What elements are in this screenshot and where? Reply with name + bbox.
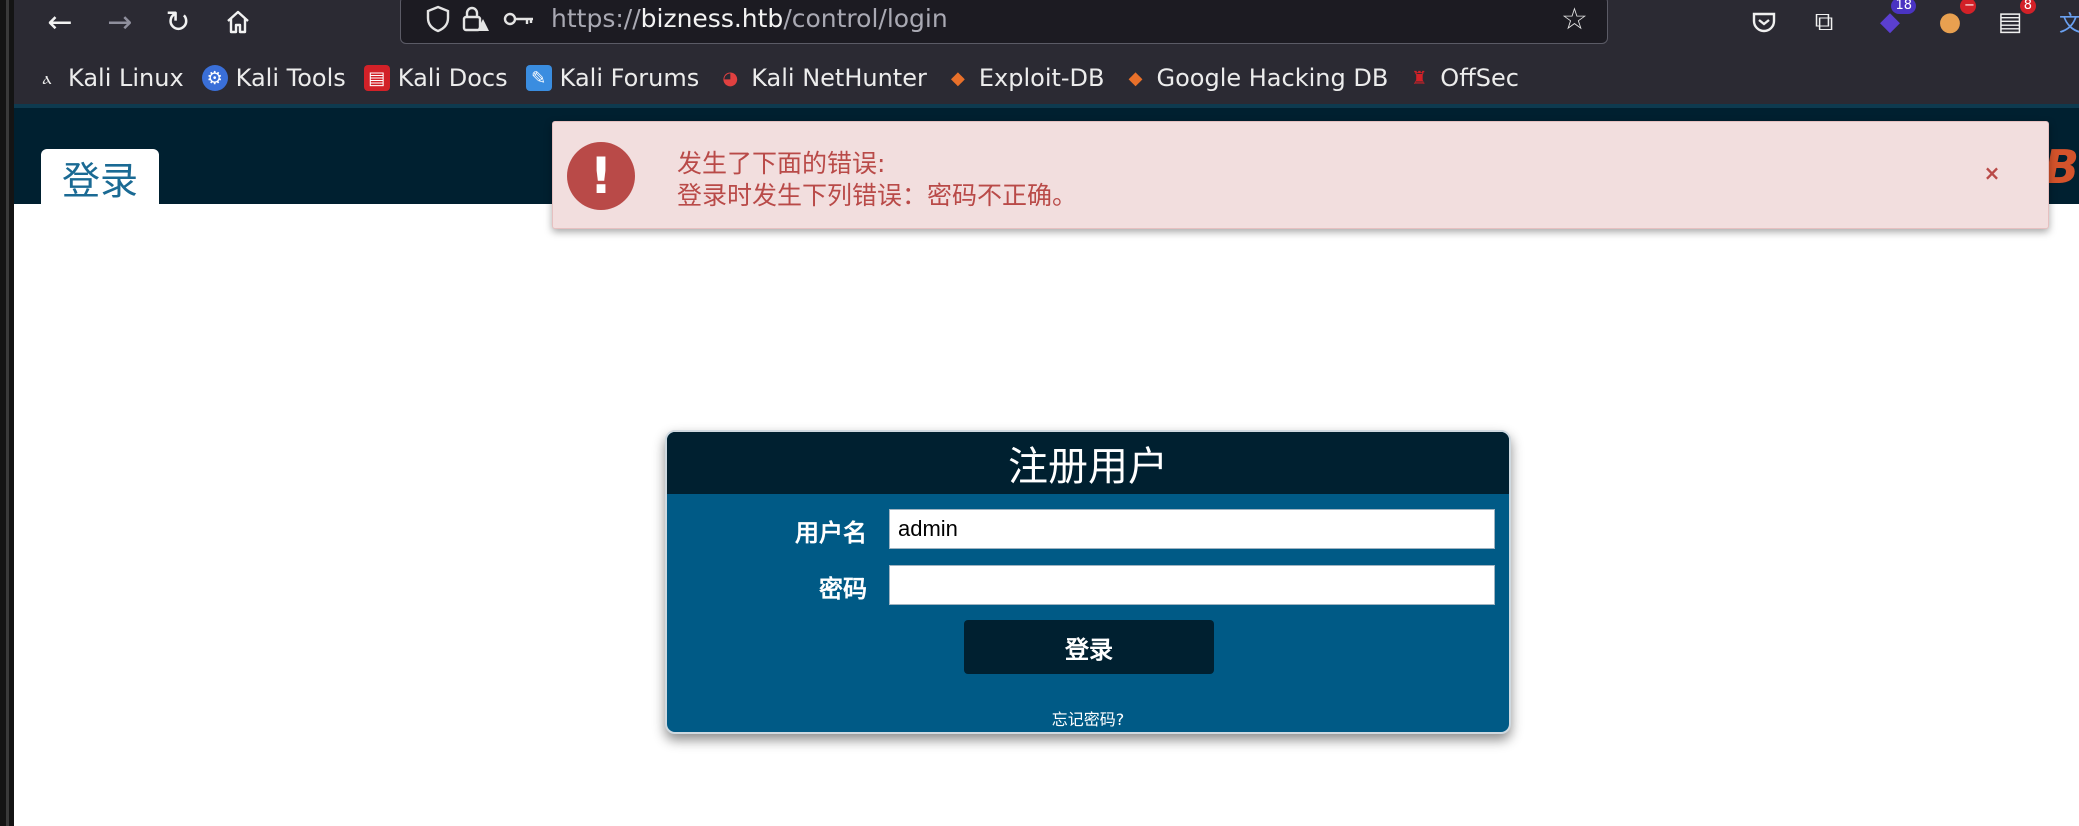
error-alert: ! 发生了下面的错误: 登录时发生下列错误：密码不正确。 × — [552, 121, 2049, 229]
arrow-right-icon: → — [107, 4, 133, 40]
key-icon[interactable] — [503, 9, 535, 29]
puzzle-icon: ⧉ — [1814, 6, 1834, 37]
brand-logo: Bi — [2044, 140, 2079, 194]
bookmark-label: Kali Tools — [235, 64, 346, 92]
bookmark-label: Kali Docs — [397, 64, 508, 92]
extension-1-badge: 18 — [1891, 0, 1916, 14]
blocked-icon: − — [1960, 0, 1976, 14]
home-icon — [227, 10, 249, 34]
window-left-edge — [0, 0, 14, 826]
password-input[interactable] — [889, 565, 1495, 605]
bookmark-label: Exploit-DB — [978, 64, 1105, 92]
bookmark-offsec[interactable]: ♜ OffSec — [1406, 64, 1519, 92]
alert-title: 发生了下面的错误: — [677, 149, 886, 178]
bookmark-label: Kali Linux — [68, 64, 184, 92]
login-heading: 注册用户 — [667, 432, 1509, 494]
back-button[interactable]: ← — [40, 2, 80, 42]
lock-warning-icon[interactable] — [461, 5, 491, 33]
bookmark-kali-linux[interactable]: ⲁ Kali Linux — [34, 64, 184, 92]
translate-button[interactable]: 文 — [2052, 4, 2079, 40]
kali-docs-icon: ▤ — [363, 65, 390, 91]
username-label: 用户名 — [795, 519, 867, 547]
extensions-button[interactable]: ⧉ — [1806, 4, 1842, 40]
shield-icon[interactable] — [425, 5, 451, 33]
browser-toolbar: ← → ↻ https://bizness.htb/control/login … — [14, 0, 2079, 104]
address-bar[interactable]: https://bizness.htb/control/login ☆ — [400, 0, 1608, 44]
kali-tools-icon: ⚙ — [201, 65, 228, 91]
login-button[interactable]: 登录 — [964, 620, 1214, 674]
kali-forums-icon: ✎ — [525, 65, 552, 91]
reload-icon: ↻ — [165, 4, 191, 40]
extension-button-1[interactable]: ◆ 18 — [1872, 0, 1916, 40]
exclamation-icon: ! — [567, 142, 635, 210]
bookmark-kali-tools[interactable]: ⚙ Kali Tools — [201, 64, 346, 92]
bookmark-kali-docs[interactable]: ▤ Kali Docs — [363, 64, 508, 92]
translate-icon: 文 — [2058, 12, 2079, 37]
bookmark-exploit-db[interactable]: ◆ Exploit-DB — [945, 64, 1105, 92]
pocket-icon — [1752, 12, 1776, 33]
close-icon[interactable]: × — [1977, 158, 2007, 188]
username-input[interactable]: admin — [889, 509, 1495, 549]
extension-button-2[interactable]: ● − — [1932, 0, 1976, 40]
alert-message: 登录时发生下列错误：密码不正确。 — [677, 181, 1078, 210]
extension-2-icon: ● — [1938, 7, 1962, 37]
bookmarks-bar: ⲁ Kali Linux ⚙ Kali Tools ▤ Kali Docs ✎ … — [34, 58, 1537, 98]
reload-button[interactable]: ↻ — [158, 2, 198, 42]
tab-login[interactable]: 登录 — [41, 149, 159, 205]
kali-dragon-icon: ⲁ — [42, 67, 52, 89]
extension-button-3[interactable]: ▤ 8 — [1992, 0, 2036, 40]
bookmark-label: OffSec — [1440, 64, 1519, 92]
offsec-icon: ♜ — [1411, 67, 1428, 89]
bookmark-kali-nethunter[interactable]: ◕ Kali NetHunter — [717, 64, 927, 92]
password-label: 密码 — [819, 575, 867, 603]
extension-3-icon: ▤ — [1997, 7, 2023, 37]
exploit-db-icon: ◆ — [950, 67, 965, 89]
bookmark-google-hacking-db[interactable]: ◆ Google Hacking DB — [1123, 64, 1389, 92]
forward-button[interactable]: → — [100, 2, 140, 42]
bookmark-star-icon[interactable]: ☆ — [1561, 2, 1588, 37]
home-button[interactable] — [218, 2, 258, 42]
login-form: 注册用户 用户名 admin 密码 登录 忘记密码? — [665, 430, 1511, 734]
bookmark-label: Kali NetHunter — [751, 64, 927, 92]
extension-3-badge: 8 — [2019, 0, 2036, 14]
bookmark-label: Kali Forums — [559, 64, 700, 92]
bookmark-label: Google Hacking DB — [1156, 64, 1389, 92]
arrow-left-icon: ← — [47, 4, 73, 40]
forgot-password-link[interactable]: 忘记密码? — [667, 706, 1509, 730]
bookmark-kali-forums[interactable]: ✎ Kali Forums — [525, 64, 700, 92]
url-text[interactable]: https://bizness.htb/control/login — [551, 4, 948, 33]
ghdb-icon: ◆ — [1128, 67, 1143, 89]
nethunter-icon: ◕ — [722, 67, 739, 89]
pocket-button[interactable] — [1746, 4, 1782, 40]
